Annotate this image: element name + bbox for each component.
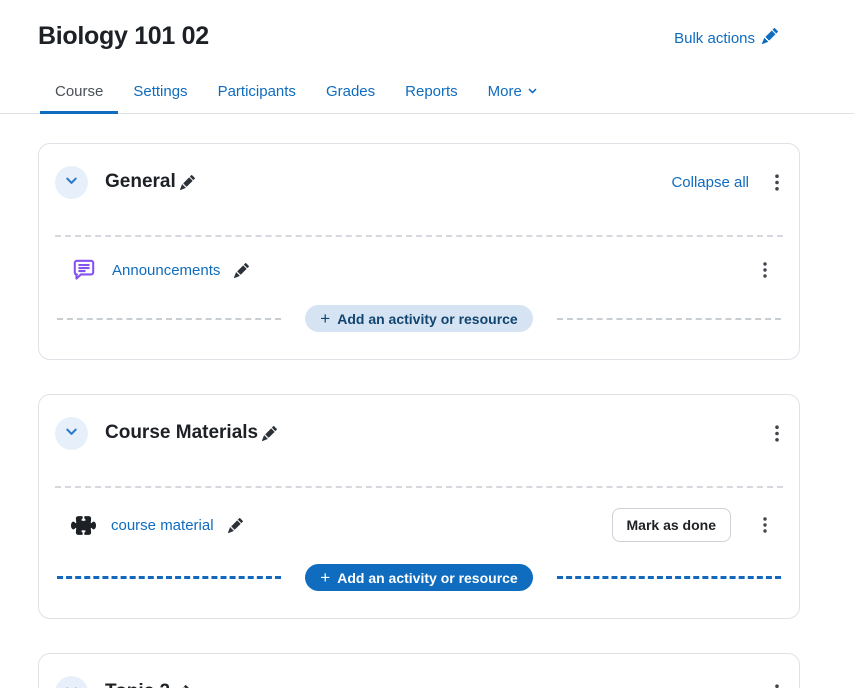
collapse-section-button[interactable] bbox=[55, 417, 88, 450]
section-title: Course Materials bbox=[105, 422, 258, 444]
tab-reports[interactable]: Reports bbox=[390, 73, 473, 113]
section-topic-2: Topic 2 bbox=[38, 653, 800, 688]
activity-row: Announcements bbox=[55, 237, 783, 303]
collapse-all-link[interactable]: Collapse all bbox=[671, 174, 749, 191]
tab-grades[interactable]: Grades bbox=[311, 73, 390, 113]
activity-link[interactable]: Announcements bbox=[112, 262, 220, 279]
section-topic-2-header: Topic 2 bbox=[55, 672, 783, 688]
edit-activity-name-icon[interactable] bbox=[224, 514, 247, 537]
add-activity-row: + Add an activity or resource bbox=[55, 564, 783, 591]
page-title: Biology 101 02 bbox=[38, 22, 209, 51]
dashed-rule bbox=[57, 576, 281, 579]
add-activity-label: Add an activity or resource bbox=[337, 311, 518, 327]
section-menu-button[interactable] bbox=[771, 170, 783, 195]
chevron-down-icon bbox=[64, 173, 79, 191]
chevron-down-icon bbox=[527, 83, 538, 100]
course-nav: Course Settings Participants Grades Repo… bbox=[0, 73, 854, 114]
dashed-rule bbox=[557, 318, 781, 320]
collapse-section-button[interactable] bbox=[55, 676, 88, 688]
course-nav-tabs: Course Settings Participants Grades Repo… bbox=[40, 73, 854, 113]
dashed-rule bbox=[57, 318, 281, 320]
chevron-down-icon bbox=[64, 683, 79, 688]
section-general: General Collapse all Announcements bbox=[38, 143, 800, 360]
activity-menu-button[interactable] bbox=[759, 513, 771, 537]
edit-section-name-icon[interactable] bbox=[170, 681, 193, 688]
edit-mode-pencil-icon bbox=[762, 28, 778, 48]
section-menu-button[interactable] bbox=[771, 680, 783, 688]
mark-as-done-button[interactable]: Mark as done bbox=[612, 508, 731, 542]
section-course-materials-header: Course Materials bbox=[55, 413, 783, 453]
chevron-down-icon bbox=[64, 424, 79, 442]
plus-icon: + bbox=[320, 310, 330, 327]
add-activity-label: Add an activity or resource bbox=[337, 570, 518, 586]
section-title: Topic 2 bbox=[105, 681, 170, 688]
puzzle-icon bbox=[71, 513, 96, 538]
edit-section-name-icon[interactable] bbox=[176, 171, 199, 194]
edit-activity-name-icon[interactable] bbox=[230, 259, 253, 282]
collapse-section-button[interactable] bbox=[55, 166, 88, 199]
section-course-materials: Course Materials course material Mark as… bbox=[38, 394, 800, 619]
section-title: General bbox=[105, 171, 176, 193]
add-activity-row: + Add an activity or resource bbox=[55, 305, 783, 332]
section-general-header: General Collapse all bbox=[55, 162, 783, 202]
tab-course[interactable]: Course bbox=[40, 73, 118, 113]
section-gap bbox=[39, 453, 799, 486]
course-content: General Collapse all Announcements bbox=[38, 143, 800, 688]
bulk-actions-label: Bulk actions bbox=[674, 30, 755, 47]
section-gap bbox=[39, 202, 799, 235]
activity-menu-button[interactable] bbox=[759, 258, 771, 282]
add-activity-button[interactable]: + Add an activity or resource bbox=[305, 305, 532, 332]
activity-row: course material Mark as done bbox=[55, 488, 783, 562]
section-menu-button[interactable] bbox=[771, 421, 783, 446]
bulk-actions-link[interactable]: Bulk actions bbox=[674, 28, 778, 48]
forum-icon bbox=[71, 257, 97, 283]
page-header: Biology 101 02 Bulk actions bbox=[0, 0, 854, 51]
tab-settings[interactable]: Settings bbox=[118, 73, 202, 113]
tab-more[interactable]: More bbox=[473, 73, 553, 113]
edit-section-name-icon[interactable] bbox=[258, 422, 281, 445]
activity-link[interactable]: course material bbox=[111, 517, 214, 534]
tab-participants[interactable]: Participants bbox=[203, 73, 311, 113]
dashed-rule bbox=[557, 576, 781, 579]
plus-icon: + bbox=[320, 569, 330, 586]
add-activity-button[interactable]: + Add an activity or resource bbox=[305, 564, 532, 591]
